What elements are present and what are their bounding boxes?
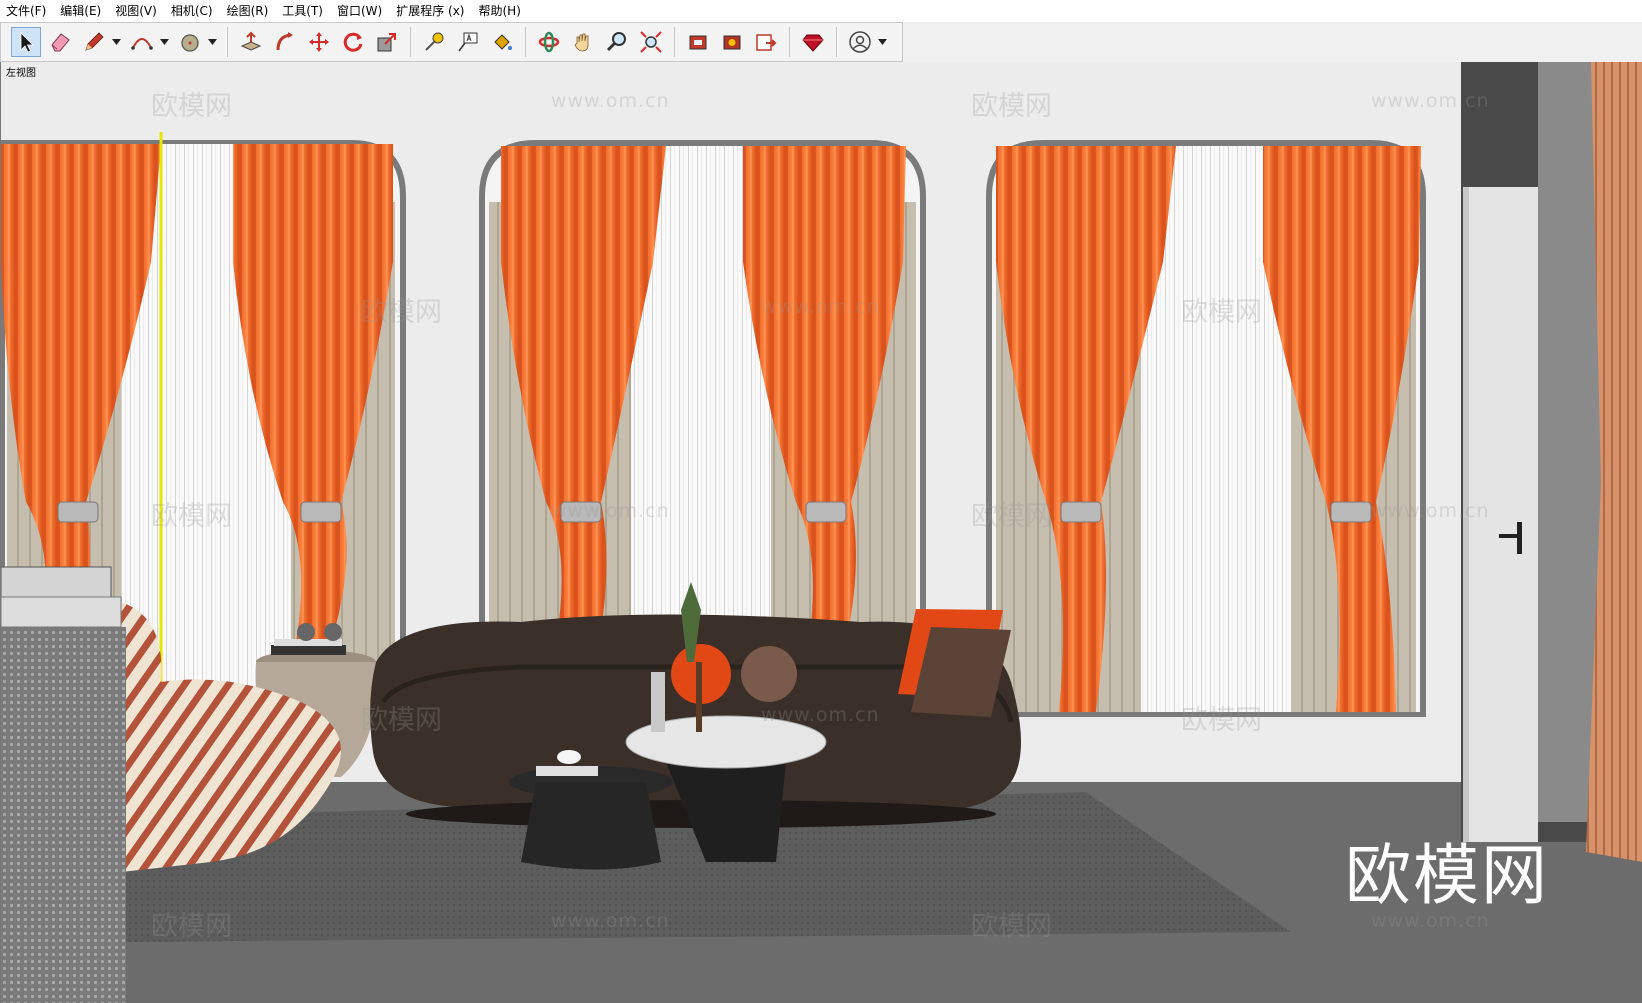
arc-dropdown[interactable] bbox=[159, 27, 169, 57]
toolbar-separator bbox=[674, 27, 675, 57]
scale-icon bbox=[377, 33, 396, 52]
warehouse-icon bbox=[689, 35, 707, 50]
menu-view[interactable]: 视图(V) bbox=[108, 0, 164, 22]
brand-watermark: 欧模网 bbox=[1345, 837, 1549, 914]
pan-tool-button[interactable] bbox=[568, 27, 598, 57]
account-dropdown[interactable] bbox=[877, 27, 887, 57]
tape-measure-tool-button[interactable] bbox=[419, 27, 449, 57]
text-label-icon bbox=[458, 32, 478, 52]
menu-camera[interactable]: 相机(C) bbox=[164, 0, 220, 22]
3d-warehouse-tool-button[interactable] bbox=[683, 27, 713, 57]
menu-extensions[interactable]: 扩展程序 (x) bbox=[389, 0, 471, 22]
orbit-tool-button[interactable] bbox=[534, 27, 564, 57]
account-tool-button[interactable] bbox=[845, 27, 875, 57]
pencil-tool-button[interactable] bbox=[79, 27, 109, 57]
toolbar-separator bbox=[525, 27, 526, 57]
select-tool-button[interactable] bbox=[11, 27, 41, 57]
push-pull-tool-button[interactable] bbox=[236, 27, 266, 57]
toolbar-empty-area bbox=[903, 22, 1642, 62]
zoom-tool-button[interactable] bbox=[602, 27, 632, 57]
menu-window[interactable]: 窗口(W) bbox=[330, 0, 389, 22]
chevron-down-icon bbox=[207, 39, 217, 45]
toolbar-separator bbox=[410, 27, 411, 57]
circle-icon bbox=[181, 34, 199, 52]
menu-help[interactable]: 帮助(H) bbox=[471, 0, 527, 22]
extension-warehouse-tool-button[interactable] bbox=[717, 27, 747, 57]
layout-icon bbox=[756, 34, 777, 51]
arrow-cursor-icon bbox=[20, 32, 34, 53]
push-pull-icon bbox=[240, 31, 262, 51]
chevron-down-icon bbox=[159, 39, 169, 45]
user-account-icon bbox=[849, 31, 871, 53]
menu-file[interactable]: 文件(F) bbox=[0, 0, 53, 22]
menu-edit[interactable]: 编辑(E) bbox=[53, 0, 108, 22]
orbit-icon bbox=[538, 31, 560, 53]
ruby-gem-icon bbox=[802, 34, 824, 52]
rotate-tool-button[interactable] bbox=[338, 27, 368, 57]
chevron-down-icon bbox=[111, 39, 121, 45]
paint-bucket-icon bbox=[494, 34, 512, 50]
extension-icon bbox=[723, 35, 741, 50]
door bbox=[1463, 187, 1538, 842]
scene-label: 左视图 bbox=[6, 68, 36, 79]
zoom-extents-tool-button[interactable] bbox=[636, 27, 666, 57]
shape-tool-button[interactable] bbox=[175, 27, 205, 57]
move-icon bbox=[309, 32, 329, 52]
menu-bar: 文件(F) 编辑(E) 视图(V) 相机(C) 绘图(R) 工具(T) 窗口(W… bbox=[0, 0, 1642, 22]
window-right bbox=[986, 140, 1426, 717]
rotate-icon bbox=[343, 32, 363, 52]
mesh-cabinet bbox=[1, 566, 126, 1003]
follow-me-tool-button[interactable] bbox=[270, 27, 300, 57]
model-viewport[interactable]: 左视图 欧模网 www.om.cn 欧模网 www.om.cn 欧模网 www.… bbox=[0, 62, 1642, 1003]
text-tool-button[interactable] bbox=[453, 27, 483, 57]
ruby-console-tool-button[interactable] bbox=[798, 27, 828, 57]
zoom-extents-icon bbox=[640, 31, 662, 53]
paint-bucket-tool-button[interactable] bbox=[487, 27, 517, 57]
main-toolbar bbox=[0, 22, 903, 62]
magnifier-icon bbox=[606, 32, 626, 52]
follow-me-icon bbox=[276, 32, 293, 51]
toolbar-separator bbox=[836, 27, 837, 57]
arc-icon bbox=[131, 38, 153, 50]
scale-tool-button[interactable] bbox=[372, 27, 402, 57]
toolbar-separator bbox=[789, 27, 790, 57]
toolbar-separator bbox=[227, 27, 228, 57]
move-tool-button[interactable] bbox=[304, 27, 334, 57]
send-to-layout-tool-button[interactable] bbox=[751, 27, 781, 57]
pencil-dropdown[interactable] bbox=[111, 27, 121, 57]
chevron-down-icon bbox=[877, 39, 887, 45]
eraser-icon bbox=[51, 33, 70, 52]
menu-draw[interactable]: 绘图(R) bbox=[220, 0, 276, 22]
hand-icon bbox=[574, 33, 589, 52]
arc-tool-button[interactable] bbox=[127, 27, 157, 57]
pencil-icon bbox=[85, 32, 104, 51]
tape-measure-icon bbox=[425, 32, 444, 51]
shape-dropdown[interactable] bbox=[207, 27, 217, 57]
eraser-tool-button[interactable] bbox=[45, 27, 75, 57]
menu-tools[interactable]: 工具(T) bbox=[275, 0, 330, 22]
